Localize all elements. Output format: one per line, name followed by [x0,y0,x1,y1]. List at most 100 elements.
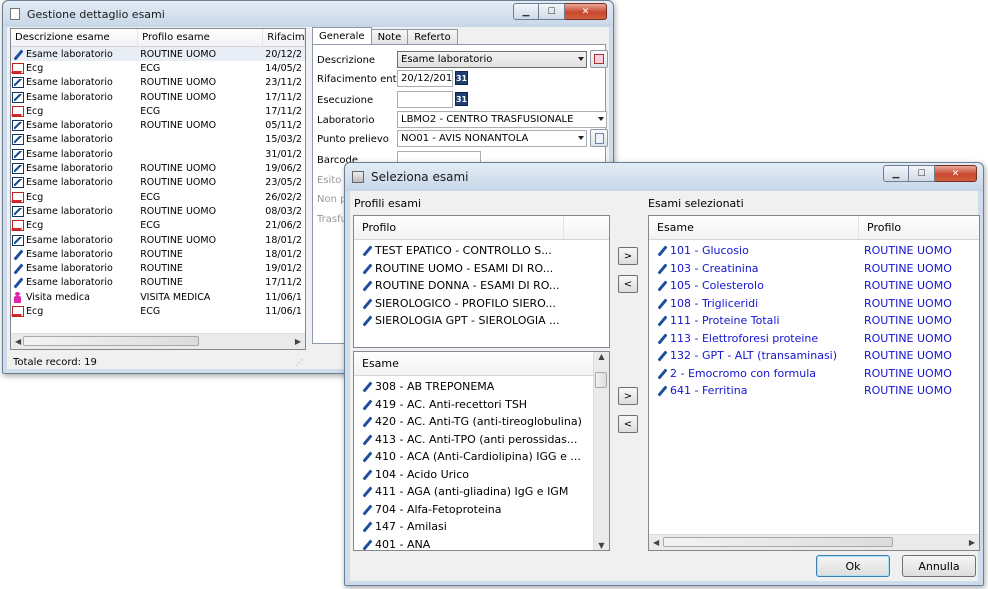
list-item[interactable]: 401 - ANA [354,536,609,550]
list-item-label: TEST EPATICO - CONTROLLO S... [375,244,552,258]
table-row[interactable]: Esame laboratorio ROUTINE UOMO 05/11/2 [11,118,305,132]
esami-list[interactable]: Esame 308 - AB TREPONEMA 419 - AC. Anti-r… [353,351,610,551]
list-item[interactable]: 411 - AGA (anti-gliadina) IgG e IGM [354,483,609,501]
add-exam-button[interactable]: > [618,387,638,405]
col-rifacimento[interactable]: Rifacime [263,29,305,46]
list-item[interactable]: 704 - Alfa-Fetoproteina [354,501,609,519]
scroll-left-icon[interactable]: ◀ [15,337,21,346]
list-item[interactable]: 308 - AB TREPONEMA [354,378,609,396]
tab-note[interactable]: Note [370,29,409,45]
col-profilo[interactable]: Profilo [859,216,979,239]
add-profile-button[interactable]: > [618,247,638,265]
cell-profilo: ROUTINE UOMO [140,77,217,89]
scroll-left-icon[interactable]: ◀ [653,538,659,547]
list-item[interactable]: 132 - GPT - ALT (transaminasi) ROUTINE UO… [649,347,979,365]
exams-grid[interactable]: Descrizione esame Profilo esame Rifacim e… [10,28,306,350]
maximize-button[interactable]: ☐ [909,165,935,182]
cell-profilo: ECG [140,220,161,232]
list-item[interactable]: SIEROLOGIA GPT - SIEROLOGIA ... [354,312,609,330]
table-row[interactable]: Esame laboratorio ROUTINE UOMO 23/11/2 [11,76,305,90]
table-row[interactable]: Esame laboratorio ROUTINE UOMO 23/05/2 [11,176,305,190]
rifacimento-field[interactable]: 20/12/2010 [397,70,453,87]
list-item[interactable]: 641 - Ferritina ROUTINE UOMO [649,382,979,400]
table-row[interactable]: Ecg ECG 26/02/2 [11,190,305,204]
list-item-label: 410 - ACA (Anti-Cardiolipina) IGG e ... [375,450,581,464]
grid-hscroll-thumb[interactable] [23,336,199,346]
minimize-button[interactable]: ▁ [883,165,909,182]
table-row[interactable]: Ecg ECG 11/06/1 [11,304,305,318]
profili-list[interactable]: Profilo TEST EPATICO - CONTROLLO S... ROU… [353,215,610,348]
list-item[interactable]: 101 - Glucosio ROUTINE UOMO [649,242,979,260]
list-item[interactable]: 103 - Creatinina ROUTINE UOMO [649,260,979,278]
table-row[interactable]: Esame laboratorio ROUTINE UOMO 20/12/2 [11,47,305,62]
scroll-right-icon[interactable]: ▶ [295,337,301,346]
list-item[interactable]: ROUTINE UOMO - ESAMI DI RO... [354,260,609,278]
table-row[interactable]: Esame laboratorio ROUTINE UOMO 08/03/2 [11,204,305,218]
table-row[interactable]: Esame laboratorio 31/01/2 [11,147,305,161]
close-button[interactable]: ✕ [565,3,607,20]
esami-vscroll-thumb[interactable] [595,372,607,388]
cell-descrizione: Esame laboratorio [26,148,113,160]
scroll-up-icon[interactable]: ▲ [598,352,604,361]
list-item-label: 104 - Acido Urico [375,467,470,481]
col-esame[interactable]: Esame [354,352,594,375]
table-row[interactable]: Esame laboratorio ROUTINE 17/11/2 [11,276,305,290]
table-row[interactable]: Esame laboratorio ROUTINE UOMO 19/06/2 [11,161,305,175]
punto-prelievo-select[interactable]: NO01 - AVIS NONANTOLA [397,130,587,147]
table-row[interactable]: Esame laboratorio ROUTINE UOMO 17/11/2 [11,90,305,104]
scroll-right-icon[interactable]: ▶ [969,538,975,547]
col-profilo[interactable]: Profilo [354,216,564,239]
dialog-title-bar[interactable]: Seleziona esami ▁ ☐ ✕ [345,163,983,191]
list-item[interactable]: TEST EPATICO - CONTROLLO S... [354,242,609,260]
cell-descrizione: Esame laboratorio [26,263,113,275]
minimize-button[interactable]: ▁ [513,3,539,20]
table-row[interactable]: Visita medica VISITA MEDICA 11/06/1 [11,290,305,304]
list-item[interactable]: 113 - Elettroforesi proteine ROUTINE UOMO [649,330,979,348]
list-item[interactable]: ROUTINE DONNA - ESAMI DI RO... [354,277,609,295]
list-item[interactable]: 104 - Acido Urico [354,466,609,484]
table-row[interactable]: Esame laboratorio ROUTINE UOMO 18/01/2 [11,233,305,247]
edit-description-button[interactable] [590,50,608,68]
lab-icon [12,234,24,246]
descrizione-select[interactable]: Esame laboratorio [397,51,587,68]
punto-lookup-button[interactable] [590,129,608,147]
col-profilo[interactable]: Profilo esame [138,29,264,46]
table-row[interactable]: Ecg ECG 14/05/2 [11,61,305,75]
col-esame[interactable]: Esame [649,216,859,239]
ok-button[interactable]: Ok [816,555,890,577]
list-item[interactable]: 420 - AC. Anti-TG (anti-tireoglobulina) [354,413,609,431]
table-row[interactable]: Ecg ECG 21/06/2 [11,219,305,233]
list-item[interactable]: 111 - Proteine Totali ROUTINE UOMO [649,312,979,330]
close-button[interactable]: ✕ [935,165,977,182]
list-item[interactable]: 410 - ACA (Anti-Cardiolipina) IGG e ... [354,448,609,466]
remove-profile-button[interactable]: < [618,275,638,293]
esecuzione-field[interactable] [397,91,453,108]
selected-hscroll-thumb[interactable] [663,537,893,547]
main-title-bar[interactable]: Gestione dettaglio esami ▁ ☐ ✕ [3,1,613,27]
laboratorio-select[interactable]: LBMO2 - CENTRO TRASFUSIONALE [397,111,607,128]
list-item[interactable]: 108 - Trigliceridi ROUTINE UOMO [649,295,979,313]
list-item[interactable]: 105 - Colesterolo ROUTINE UOMO [649,277,979,295]
remove-exam-button[interactable]: < [618,415,638,433]
resize-grip-icon[interactable]: ⋰ [295,358,305,368]
scroll-down-icon[interactable]: ▼ [598,541,604,550]
calendar-icon[interactable]: 31 [455,71,468,85]
list-item[interactable]: 2 - Emocromo con formula ROUTINE UOMO [649,365,979,383]
list-item[interactable]: SIEROLOGICO - PROFILO SIERO... [354,295,609,313]
list-item[interactable]: 419 - AC. Anti-recettori TSH [354,396,609,414]
list-item[interactable]: 147 - Amilasi [354,518,609,536]
tab-referto[interactable]: Referto [407,29,458,45]
table-row[interactable]: Esame laboratorio 15/03/2 [11,133,305,147]
tab-generale[interactable]: Generale [312,27,372,45]
table-row[interactable]: Esame laboratorio ROUTINE 19/01/2 [11,261,305,275]
selected-exams-list[interactable]: Esame Profilo 101 - Glucosio ROUTINE UOMO… [648,215,980,551]
list-item-label: 704 - Alfa-Fetoproteina [375,502,502,516]
cell-rifacimento: 11/06/1 [265,305,302,317]
table-row[interactable]: Ecg ECG 17/11/2 [11,104,305,118]
calendar-icon[interactable]: 31 [455,92,468,106]
list-item[interactable]: 413 - AC. Anti-TPO (anti perossidas... [354,431,609,449]
table-row[interactable]: Esame laboratorio ROUTINE 18/01/2 [11,247,305,261]
annulla-button[interactable]: Annulla [902,555,976,577]
col-descrizione[interactable]: Descrizione esame [11,29,139,46]
maximize-button[interactable]: ☐ [539,3,565,20]
